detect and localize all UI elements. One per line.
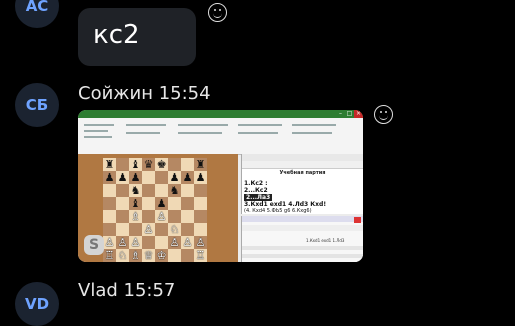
sender-name: Сойжин: [78, 83, 153, 104]
close-icon: ×: [354, 110, 363, 118]
message-time: 15:54: [158, 83, 211, 104]
move-line: 2...Кс2: [244, 187, 268, 194]
message-time: 15:57: [123, 280, 176, 301]
sender-line: Vlad 15:57: [78, 280, 175, 301]
analysis-panel: 1.Кxd1 exd1 1.Лd3: [241, 216, 363, 262]
analysis-line: 1.Кxd1 exd1 1.Лd3: [306, 238, 345, 243]
panel-title: Учебная партия: [279, 170, 326, 176]
minimize-icon: –: [339, 110, 342, 117]
move-line-current: 2...Ла3: [244, 194, 273, 201]
maximize-icon: □: [346, 110, 353, 117]
sender-name: Vlad: [78, 280, 118, 301]
chess-board: ♜ ♝ ♛ ♚ ♜ ♟ ♟ ♟ ♟ ♟ ♟ ♞ ♞ ♝ ♟ ♗ ♙ ♙ ♘ ♙ ♙ ♙ ♙ ♙ ♙ ♖ ♘ ♗ ♕ ♔ ♖: [103, 158, 207, 262]
move-line: 3.Кxd1 exd1 4.Лd3 Кxd!: [244, 201, 327, 208]
message-text: кс2: [93, 20, 140, 50]
chess-screenshot-image[interactable]: – □ × ♜ ♝ ♛ ♚ ♜ ♟ ♟ ♟ ♟ ♟ ♟ ♞ ♞ ♝ ♟ ♗ ♙ ♙ ♘ ♙ ♙ ♙ ♙ ♙ ♙ ♖ ♘…: [78, 110, 363, 262]
notation-panel: Учебная партия 1.Кс2 : 2...Кс2 2...Ла3 3…: [241, 154, 363, 214]
avatar-vd[interactable]: VD: [15, 282, 59, 326]
avatar-as[interactable]: АС: [15, 0, 59, 28]
add-reaction-icon[interactable]: [374, 105, 393, 124]
close-icon: [354, 217, 361, 223]
move-line: (4. Кxd4 5.ФЬ5 g6 6.Кхg6): [244, 208, 312, 214]
move-line: 1.Кс2 :: [244, 180, 268, 187]
sender-line: Сойжин 15:54: [78, 83, 211, 104]
app-logo: S: [84, 235, 104, 255]
add-reaction-icon[interactable]: [208, 3, 227, 22]
app-ribbon: [78, 118, 363, 155]
app-titlebar: [78, 110, 363, 118]
avatar-sb[interactable]: СБ: [15, 83, 59, 127]
